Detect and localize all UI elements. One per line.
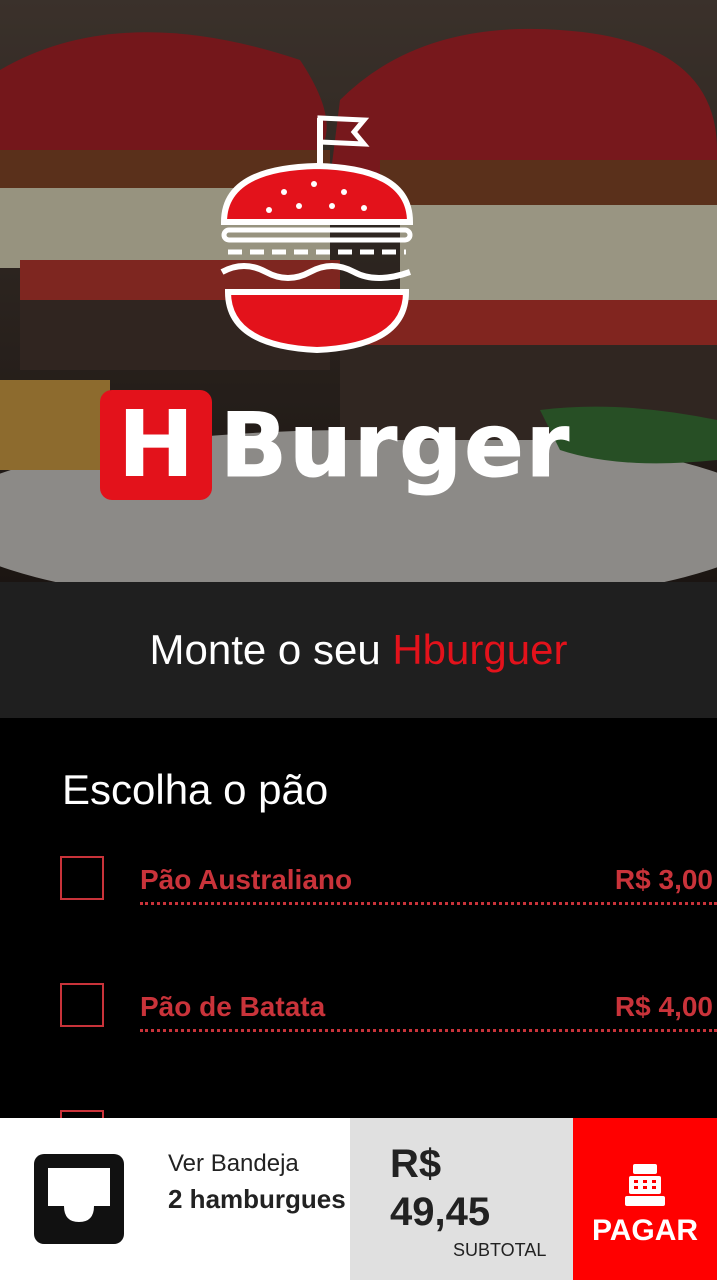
pay-label: PAGAR <box>591 1214 699 1247</box>
page-title-accent: Hburguer <box>392 626 568 673</box>
tray-info: Ver Bandeja 2 hamburgues <box>168 1150 348 1216</box>
page-title-band: Monte o seu Hburguer <box>0 582 717 718</box>
subtotal-amount: R$ 49,45 <box>390 1142 491 1234</box>
subtotal-label: SUBTOTAL <box>453 1240 547 1260</box>
bread-option-australiano[interactable]: Pão Australiano R$ 3,00 <box>60 856 717 906</box>
burger-logo-icon <box>220 115 414 354</box>
page-title: Monte o seu Hburguer <box>150 626 568 674</box>
bread-option-batata[interactable]: Pão de Batata R$ 4,00 <box>60 983 717 1033</box>
option-price: R$ 4,00 <box>614 991 713 1022</box>
section-heading: Escolha o pão <box>62 766 329 813</box>
cash-register-icon <box>625 1164 665 1206</box>
logo-letter-badge: H <box>100 390 212 500</box>
page-title-prefix: Monte o seu <box>149 626 393 673</box>
tray-icon <box>34 1154 124 1244</box>
tray-label: Ver Bandeja <box>168 1150 299 1177</box>
pay-button[interactable]: PAGAR <box>573 1118 717 1280</box>
option-price: R$ 3,00 <box>614 864 713 895</box>
option-checkbox[interactable] <box>60 856 104 900</box>
option-name: Pão Australiano <box>140 864 353 895</box>
subtotal-box: R$ 49,45 SUBTOTAL <box>350 1118 573 1280</box>
logo-wordmark: Burger <box>219 394 572 497</box>
option-name: Pão de Batata <box>140 991 326 1022</box>
dotted-divider <box>140 1029 717 1032</box>
bottom-bar: Ver Bandeja 2 hamburgues R$ 49,45 SUBTOT… <box>0 1118 717 1280</box>
tray-count: 2 hamburgues <box>168 1184 346 1214</box>
option-checkbox[interactable] <box>60 983 104 1027</box>
bread-options-section: Escolha o pão Pão Australiano R$ 3,00 Pã… <box>0 718 717 1120</box>
hero-banner: H Burger <box>0 0 717 582</box>
view-tray-button[interactable]: Ver Bandeja 2 hamburgues <box>0 1118 350 1280</box>
dotted-divider <box>140 902 717 905</box>
